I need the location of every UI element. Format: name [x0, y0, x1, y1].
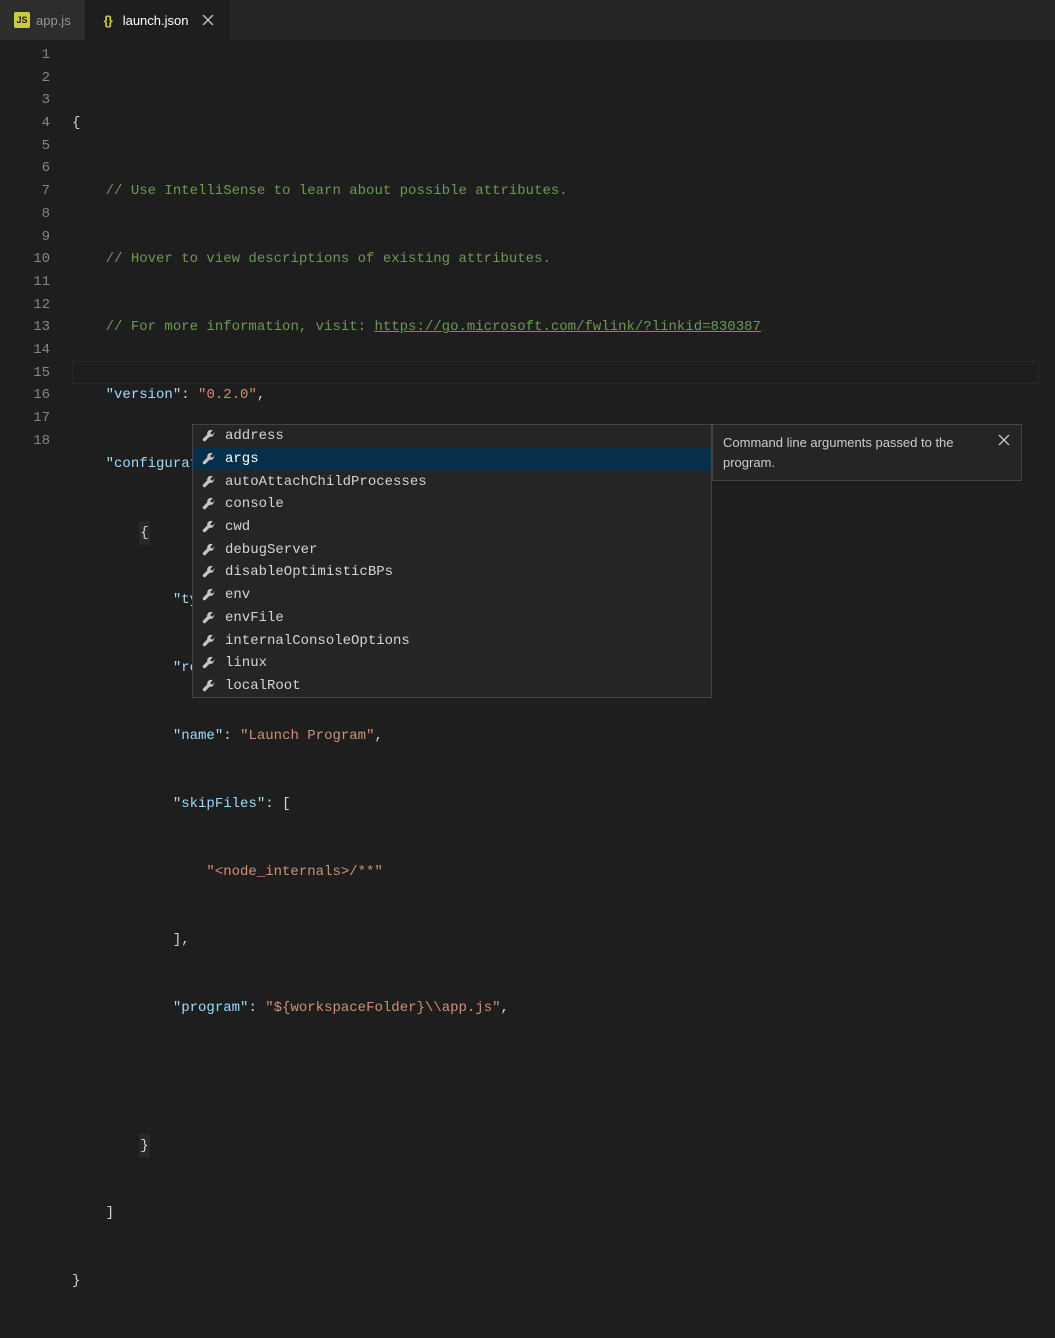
tab-launch-json[interactable]: {} launch.json	[85, 0, 231, 40]
property-icon	[201, 633, 217, 649]
property-icon	[201, 610, 217, 626]
close-icon[interactable]	[995, 431, 1013, 449]
close-icon[interactable]	[200, 12, 216, 28]
suggest-item[interactable]: console	[193, 493, 711, 516]
suggest-item[interactable]: debugServer	[193, 538, 711, 561]
suggest-item[interactable]: linux	[193, 652, 711, 675]
editor[interactable]: 1 2 3 4 5 6 7 8 9 10 11 12 13 14 15 16 1…	[0, 40, 1055, 1338]
property-icon	[201, 564, 217, 580]
suggest-item[interactable]: autoAttachChildProcesses	[193, 470, 711, 493]
line-number-gutter: 1 2 3 4 5 6 7 8 9 10 11 12 13 14 15 16 1…	[0, 40, 72, 1338]
suggest-item[interactable]: disableOptimisticBPs	[193, 561, 711, 584]
tab-app-js[interactable]: JS app.js	[0, 0, 85, 40]
property-icon	[201, 678, 217, 694]
property-icon	[201, 542, 217, 558]
property-icon	[201, 474, 217, 490]
suggest-item[interactable]: address	[193, 425, 711, 448]
property-icon	[201, 451, 217, 467]
current-line-highlight	[72, 361, 1039, 384]
tab-bar: JS app.js {} launch.json	[0, 0, 1055, 40]
suggest-item[interactable]: envFile	[193, 607, 711, 630]
suggest-item[interactable]: args	[193, 448, 711, 471]
js-file-icon: JS	[14, 12, 30, 28]
tab-label: launch.json	[123, 13, 189, 28]
property-icon	[201, 496, 217, 512]
suggest-item[interactable]: env	[193, 584, 711, 607]
json-file-icon: {}	[99, 12, 117, 28]
suggest-item[interactable]: internalConsoleOptions	[193, 629, 711, 652]
property-icon	[201, 428, 217, 444]
intellisense-suggest-widget[interactable]: address args autoAttachChildProcesses co…	[192, 424, 712, 698]
property-icon	[201, 519, 217, 535]
suggest-item[interactable]: localRoot	[193, 675, 711, 698]
suggest-item[interactable]: cwd	[193, 516, 711, 539]
intellisense-doc-widget: Command line arguments passed to the pro…	[712, 424, 1022, 481]
doc-text: Command line arguments passed to the pro…	[723, 433, 1011, 472]
tab-label: app.js	[36, 13, 71, 28]
property-icon	[201, 587, 217, 603]
property-icon	[201, 655, 217, 671]
